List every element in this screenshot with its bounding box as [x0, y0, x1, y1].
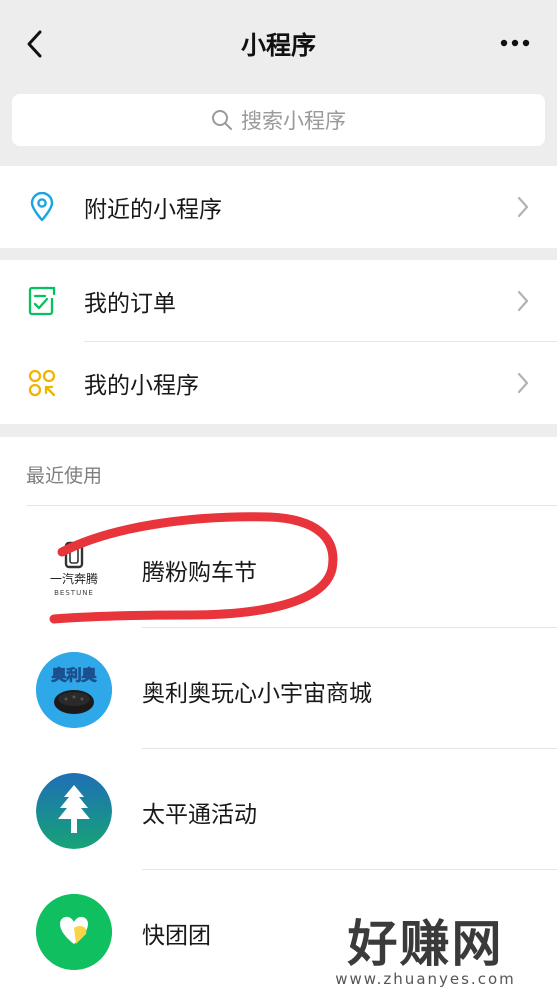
search-input[interactable]: 搜索小程序	[12, 94, 545, 146]
my-orders-label: 我的订单	[84, 291, 176, 317]
chevron-right-icon	[515, 371, 531, 395]
red-annotation-scribble	[49, 512, 338, 624]
nearby-group: 附近的小程序	[0, 166, 557, 248]
chevron-right-icon	[515, 195, 531, 219]
kuaituantuan-logo	[36, 894, 112, 970]
order-list-icon	[26, 285, 58, 317]
my-group: 我的订单 我的小程序	[0, 260, 557, 424]
my-mini-programs-item[interactable]: 我的小程序	[0, 342, 557, 424]
my-orders-item[interactable]: 我的订单	[0, 260, 557, 342]
more-button[interactable]	[495, 26, 535, 60]
taiping-tree-logo	[36, 773, 112, 849]
nearby-mini-programs-item[interactable]: 附近的小程序	[0, 166, 557, 248]
app-name: 快团团	[142, 923, 211, 949]
watermark-url: www.zhuanyes.com	[335, 970, 516, 988]
page-title: 小程序	[240, 31, 316, 60]
site-watermark: 好赚网 www.zhuanyes.com	[318, 918, 533, 990]
mini-program-grid-icon	[26, 367, 58, 399]
search-icon	[212, 110, 232, 130]
search-placeholder: 搜索小程序	[241, 109, 346, 133]
divider	[26, 505, 557, 506]
svg-text:奥利奥: 奥利奥	[51, 666, 97, 684]
app-name: 奥利奥玩心小宇宙商城	[142, 681, 372, 707]
nav-bar: 小程序	[0, 0, 557, 88]
watermark-main: 好赚网	[347, 915, 504, 973]
location-pin-icon	[26, 191, 58, 223]
app-name: 太平通活动	[142, 802, 257, 828]
nearby-label: 附近的小程序	[84, 197, 222, 223]
recent-item-oreo[interactable]: 奥利奥 奥利奥玩心小宇宙商城	[0, 628, 557, 749]
recent-item-taiping[interactable]: 太平通活动	[0, 749, 557, 870]
oreo-logo: 奥利奥	[36, 652, 112, 728]
my-mini-programs-label: 我的小程序	[84, 373, 199, 399]
chevron-right-icon	[515, 289, 531, 313]
recent-header: 最近使用	[26, 465, 103, 487]
more-dots-icon	[500, 39, 530, 47]
